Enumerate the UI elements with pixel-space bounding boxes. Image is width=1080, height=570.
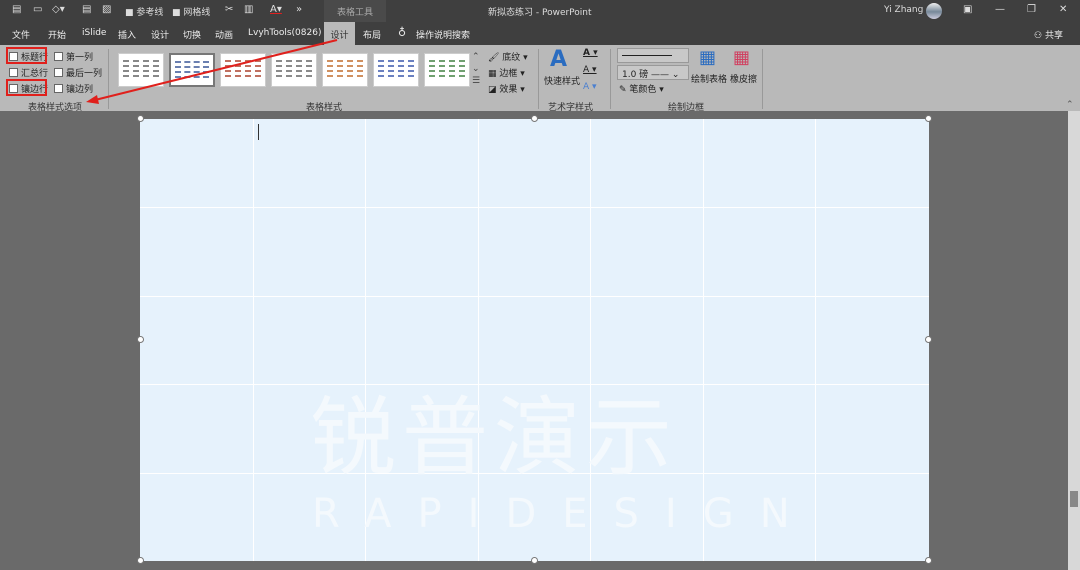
tab-animations[interactable]: 动画 xyxy=(215,28,233,41)
highlight-box-header-row xyxy=(6,47,47,64)
effects-button[interactable]: ◪ 效果 ▾ xyxy=(488,82,525,95)
cut-icon[interactable]: ✂ xyxy=(225,4,233,15)
eraser-icon[interactable]: ▦ xyxy=(733,47,750,68)
divider xyxy=(762,49,763,109)
guides-label: 参考线 xyxy=(136,8,164,18)
pen-style-dropdown[interactable] xyxy=(617,48,689,63)
textbox-icon[interactable]: ▤ xyxy=(82,4,91,15)
table-style-thumbnail[interactable] xyxy=(220,53,266,87)
avatar[interactable] xyxy=(926,3,942,19)
text-effects-icon[interactable]: A ▾ xyxy=(583,82,597,92)
lightbulb-icon: ♁ xyxy=(398,26,407,39)
text-cursor xyxy=(258,124,259,140)
group-label-table-style-options: 表格样式选项 xyxy=(28,103,83,113)
tab-islide[interactable]: iSlide xyxy=(82,28,106,38)
share-button[interactable]: ⚇ 共享 xyxy=(1034,28,1063,41)
gridlines-label: 网格线 xyxy=(183,8,211,18)
eraser-button[interactable]: 橡皮擦 xyxy=(730,72,757,85)
table-style-thumbnail[interactable] xyxy=(322,53,368,87)
collapse-ribbon-icon[interactable]: ⌃ xyxy=(1066,100,1074,110)
tab-transitions[interactable]: 切换 xyxy=(183,28,201,41)
pen-color-button[interactable]: ✎ 笔颜色 ▾ xyxy=(619,82,664,95)
watermark-en: RAPIDESIGN xyxy=(312,491,816,537)
table-style-thumbnail[interactable] xyxy=(271,53,317,87)
first-column-checkbox[interactable]: 第一列 xyxy=(54,50,93,63)
resize-handle[interactable] xyxy=(137,336,144,343)
tab-table-design[interactable]: 设计 xyxy=(324,22,355,45)
font-color-icon[interactable]: A▾ xyxy=(270,4,282,15)
resize-handle[interactable] xyxy=(531,557,538,564)
format-icon[interactable]: ▥ xyxy=(244,4,253,15)
slide-table[interactable]: 锐普演示 RAPIDESIGN xyxy=(140,119,929,561)
gallery-scroll[interactable]: ⌃ ⌄ ☰ xyxy=(472,51,480,87)
banded-columns-checkbox[interactable]: 镶边列 xyxy=(54,82,93,95)
gridlines-checkbox[interactable]: ■ 网格线 xyxy=(172,5,210,18)
draw-table-button[interactable]: 绘制表格 xyxy=(691,72,727,85)
divider xyxy=(610,49,611,109)
shading-button[interactable]: 🖌 底纹 ▾ xyxy=(488,50,528,63)
vertical-scrollbar[interactable] xyxy=(1068,111,1080,570)
tab-home[interactable]: 开始 xyxy=(48,28,66,41)
minimize-icon[interactable]: — xyxy=(995,4,1005,15)
shape-icon[interactable]: ▭ xyxy=(33,4,42,15)
scroll-thumb[interactable] xyxy=(1070,491,1078,507)
close-icon[interactable]: ✕ xyxy=(1059,4,1067,15)
tab-layout[interactable]: 布局 xyxy=(363,28,381,41)
highlight-box-banded-rows xyxy=(6,79,47,96)
more-commands[interactable]: » xyxy=(296,4,302,15)
context-tab-header: 表格工具 xyxy=(324,0,386,22)
resize-handle[interactable] xyxy=(925,557,932,564)
restore-icon[interactable]: ❐ xyxy=(1027,4,1036,15)
last-column-checkbox[interactable]: 最后一列 xyxy=(54,66,102,79)
table-style-thumbnail[interactable] xyxy=(424,53,470,87)
tab-insert[interactable]: 插入 xyxy=(118,28,136,41)
total-row-checkbox[interactable]: 汇总行 xyxy=(9,66,48,79)
resize-handle[interactable] xyxy=(137,115,144,122)
borders-button[interactable]: ▦ 边框 ▾ xyxy=(488,66,525,79)
quick-styles-button[interactable]: 快速样式 xyxy=(544,74,580,87)
group-label-draw-borders: 绘制边框 xyxy=(668,103,705,113)
shapes-dropdown-icon[interactable]: ◇▾ xyxy=(52,4,65,15)
text-outline-icon[interactable]: A ▾ xyxy=(583,65,597,75)
share-label: 共享 xyxy=(1044,31,1063,41)
resize-handle[interactable] xyxy=(531,115,538,122)
ribbon-display-icon[interactable]: ▣ xyxy=(963,4,972,15)
title-bar: ▤ ▭ ◇▾ ▤ ▨ ■ 参考线 ■ 网格线 ✂ ▥ A▾ » 表格工具 新拟态… xyxy=(0,0,1080,22)
table-style-thumbnail[interactable] xyxy=(169,53,215,87)
resize-handle[interactable] xyxy=(925,336,932,343)
ribbon: 标题行 第一列 汇总行 最后一列 镶边行 镶边列 表格样式选项 ⌃ ⌄ ☰ 🖌 底纹… xyxy=(0,45,1080,113)
divider xyxy=(538,49,539,109)
quick-access-icon[interactable]: ▤ xyxy=(12,4,21,15)
resize-handle[interactable] xyxy=(137,557,144,564)
pen-weight-dropdown[interactable]: 1.0 磅 —— ⌄ xyxy=(617,65,689,80)
divider xyxy=(108,49,109,109)
tab-lvyhtools[interactable]: LvyhTools(0826) xyxy=(248,28,321,38)
tab-design[interactable]: 设计 xyxy=(151,28,169,41)
draw-table-icon[interactable]: ▦ xyxy=(699,47,716,68)
resize-handle[interactable] xyxy=(925,115,932,122)
tab-file[interactable]: 文件 xyxy=(12,28,30,41)
quick-styles-icon[interactable]: A xyxy=(550,47,567,72)
user-name[interactable]: Yi Zhang xyxy=(884,5,923,15)
table-style-thumbnail[interactable] xyxy=(373,53,419,87)
document-title: 新拟态练习 - PowerPoint xyxy=(488,8,592,18)
table-style-thumbnail[interactable] xyxy=(118,53,164,87)
watermark-cn: 锐普演示 xyxy=(310,388,678,488)
ribbon-tabs: 文件 开始 iSlide 插入 设计 切换 动画 LvyhTools(0826)… xyxy=(0,22,1080,45)
group-label-table-styles: 表格样式 xyxy=(306,103,343,113)
group-label-wordart: 艺术字样式 xyxy=(548,103,594,113)
text-fill-icon[interactable]: A ▾ xyxy=(583,48,598,58)
guides-checkbox[interactable]: ■ 参考线 xyxy=(125,5,163,18)
tell-me-search[interactable]: 操作说明搜索 xyxy=(416,28,470,41)
picture-icon[interactable]: ▨ xyxy=(102,4,111,15)
